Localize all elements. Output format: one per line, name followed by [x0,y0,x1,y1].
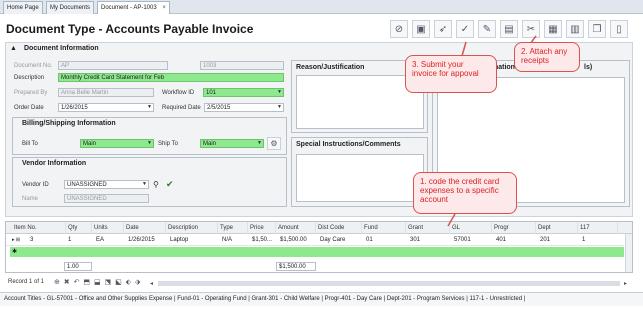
callout-attach: 2. Attach any receipts [514,42,580,72]
callout-submit: 3. Submit your invoice for appoval [405,55,497,93]
callout-code: 1. code the credit card expenses to a sp… [413,172,517,214]
